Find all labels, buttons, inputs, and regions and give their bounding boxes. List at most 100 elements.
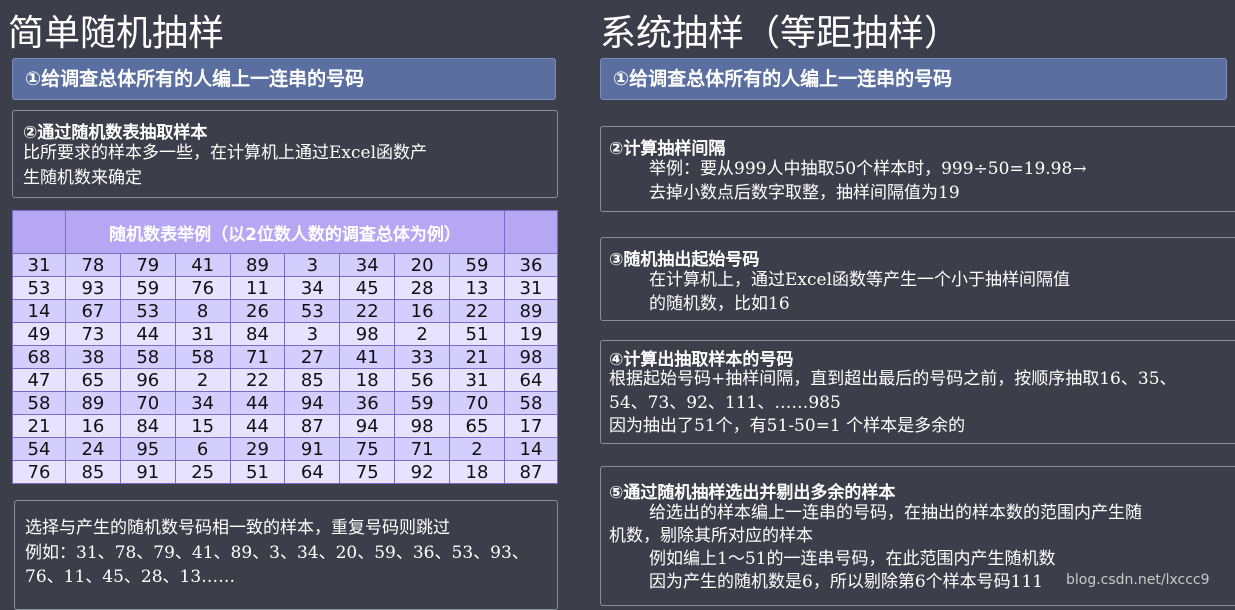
- table-cell: 98: [339, 322, 396, 346]
- table-cell: 22: [229, 368, 286, 392]
- table-cell: 89: [229, 253, 286, 277]
- table-cell: 58: [504, 391, 558, 415]
- table-cell: 34: [174, 391, 231, 415]
- table-cell: 18: [339, 368, 396, 392]
- table-cell: 85: [65, 460, 121, 484]
- left-bottom-line-1: 选择与产生的随机数号码相一致的样本，重复号码则跳过: [25, 518, 450, 538]
- table-cell: 36: [504, 253, 558, 277]
- table-header-spacer: [12, 210, 66, 254]
- right-step2-line-2: 去掉小数点后数字取整，抽样间隔值为19: [649, 183, 960, 203]
- table-cell: 16: [394, 299, 451, 323]
- right-step2-box: ②计算抽样间隔 举例：要从999人中抽取50个样本时，999÷50=19.98→…: [600, 126, 1235, 212]
- table-cell: 78: [65, 253, 121, 277]
- table-cell: 27: [284, 345, 341, 369]
- left-step2-line-1: 比所要求的样本多一些，在计算机上通过Excel函数产: [23, 143, 428, 163]
- table-cell: 15: [174, 414, 231, 438]
- right-step4-line-2: 54、73、92、111、……985: [609, 393, 841, 413]
- table-cell: 84: [229, 322, 286, 346]
- table-cell: 41: [174, 253, 231, 277]
- table-cell: 58: [12, 391, 66, 415]
- right-step1-bar: ①给调查总体所有的人编上一连串的号码: [600, 58, 1227, 100]
- table-cell: 67: [65, 299, 121, 323]
- right-step3-box: ③随机抽出起始号码 在计算机上，通过Excel函数等产生一个小于抽样间隔值 的随…: [600, 237, 1235, 321]
- table-cell: 68: [12, 345, 66, 369]
- table-cell: 22: [449, 299, 505, 323]
- table-cell: 24: [65, 437, 121, 461]
- table-header-row: 随机数表举例（以2位数人数的调查总体为例）: [12, 210, 558, 254]
- table-row: 21 16 84 15 44 87 94 98 65 17: [12, 414, 558, 438]
- table-cell: 2: [174, 368, 231, 392]
- table-cell: 65: [65, 368, 121, 392]
- table-cell: 58: [174, 345, 231, 369]
- table-cell: 54: [12, 437, 66, 461]
- right-step3-line-1: 在计算机上，通过Excel函数等产生一个小于抽样间隔值: [649, 270, 1071, 290]
- table-cell: 85: [284, 368, 341, 392]
- table-header-title: 随机数表举例（以2位数人数的调查总体为例）: [65, 210, 505, 254]
- table-cell: 33: [394, 345, 451, 369]
- table-cell: 64: [284, 460, 341, 484]
- right-step5-line-4: 因为产生的随机数是6，所以剔除第6个样本号码111: [649, 572, 1044, 592]
- right-step2-title: ②计算抽样间隔: [609, 139, 726, 159]
- table-cell: 71: [394, 437, 451, 461]
- table-cell: 41: [339, 345, 396, 369]
- right-step3-title: ③随机抽出起始号码: [609, 250, 760, 270]
- table-cell: 47: [12, 368, 66, 392]
- left-step2-box: ②通过随机数表抽取样本 比所要求的样本多一些，在计算机上通过Excel函数产 生…: [12, 110, 558, 198]
- table-cell: 73: [65, 322, 121, 346]
- table-cell: 58: [119, 345, 176, 369]
- table-cell: 70: [119, 391, 176, 415]
- table-cell: 14: [12, 299, 66, 323]
- table-cell: 59: [394, 391, 451, 415]
- watermark: blog.csdn.net/lxccc9: [1066, 572, 1210, 588]
- table-cell: 13: [449, 276, 505, 300]
- table-cell: 31: [449, 368, 505, 392]
- left-title: 简单随机抽样: [8, 13, 225, 54]
- right-step4-title: ④计算出抽取样本的号码: [609, 350, 794, 370]
- table-cell: 34: [339, 253, 396, 277]
- table-cell: 38: [65, 345, 121, 369]
- table-cell: 71: [229, 345, 286, 369]
- right-step2-line-1: 举例：要从999人中抽取50个样本时，999÷50=19.98→: [649, 159, 1087, 179]
- table-cell: 49: [12, 322, 66, 346]
- table-cell: 34: [284, 276, 341, 300]
- table-cell: 53: [12, 276, 66, 300]
- table-cell: 70: [449, 391, 505, 415]
- right-step4-line-1: 根据起始号码+抽样间隔，直到超出最后的号码之前，按顺序抽取16、35、: [609, 369, 1177, 389]
- table-cell: 53: [284, 299, 341, 323]
- random-number-table: 随机数表举例（以2位数人数的调查总体为例） 31 78 79 41 89 3 34 20 59 3…: [12, 210, 558, 484]
- table-row: 14 67 53 8 26 53 22 16 22 89: [12, 299, 558, 323]
- left-bottom-box: 选择与产生的随机数号码相一致的样本，重复号码则跳过 例如：31、78、79、41…: [14, 500, 558, 610]
- left-step2-line-2: 生随机数来确定: [23, 168, 142, 188]
- table-row: 54 24 95 6 29 91 75 71 2 14: [12, 437, 558, 461]
- table-cell: 94: [339, 414, 396, 438]
- right-step3-line-2: 的随机数，比如16: [649, 294, 790, 314]
- table-cell: 21: [12, 414, 66, 438]
- table-cell: 59: [119, 276, 176, 300]
- table-cell: 92: [394, 460, 451, 484]
- table-cell: 98: [504, 345, 558, 369]
- table-cell: 36: [339, 391, 396, 415]
- table-cell: 3: [284, 253, 341, 277]
- right-step5-line-3: 例如编上1～51的一连串号码，在此范围内产生随机数: [649, 549, 1056, 569]
- table-cell: 11: [229, 276, 286, 300]
- table-cell: 2: [449, 437, 505, 461]
- table-cell: 53: [119, 299, 176, 323]
- table-cell: 75: [339, 460, 396, 484]
- table-cell: 14: [504, 437, 558, 461]
- table-cell: 6: [174, 437, 231, 461]
- table-cell: 98: [394, 414, 451, 438]
- table-cell: 93: [65, 276, 121, 300]
- table-row: 76 85 91 25 51 64 75 92 18 87: [12, 460, 558, 484]
- right-step4-box: ④计算出抽取样本的号码 根据起始号码+抽样间隔，直到超出最后的号码之前，按顺序抽…: [600, 340, 1235, 444]
- table-cell: 3: [284, 322, 341, 346]
- table-cell: 20: [394, 253, 451, 277]
- table-cell: 51: [449, 322, 505, 346]
- table-cell: 44: [119, 322, 176, 346]
- table-row: 53 93 59 76 11 34 45 28 13 31: [12, 276, 558, 300]
- table-cell: 25: [174, 460, 231, 484]
- table-cell: 89: [65, 391, 121, 415]
- table-cell: 21: [449, 345, 505, 369]
- table-cell: 51: [229, 460, 286, 484]
- table-cell: 94: [284, 391, 341, 415]
- table-cell: 89: [504, 299, 558, 323]
